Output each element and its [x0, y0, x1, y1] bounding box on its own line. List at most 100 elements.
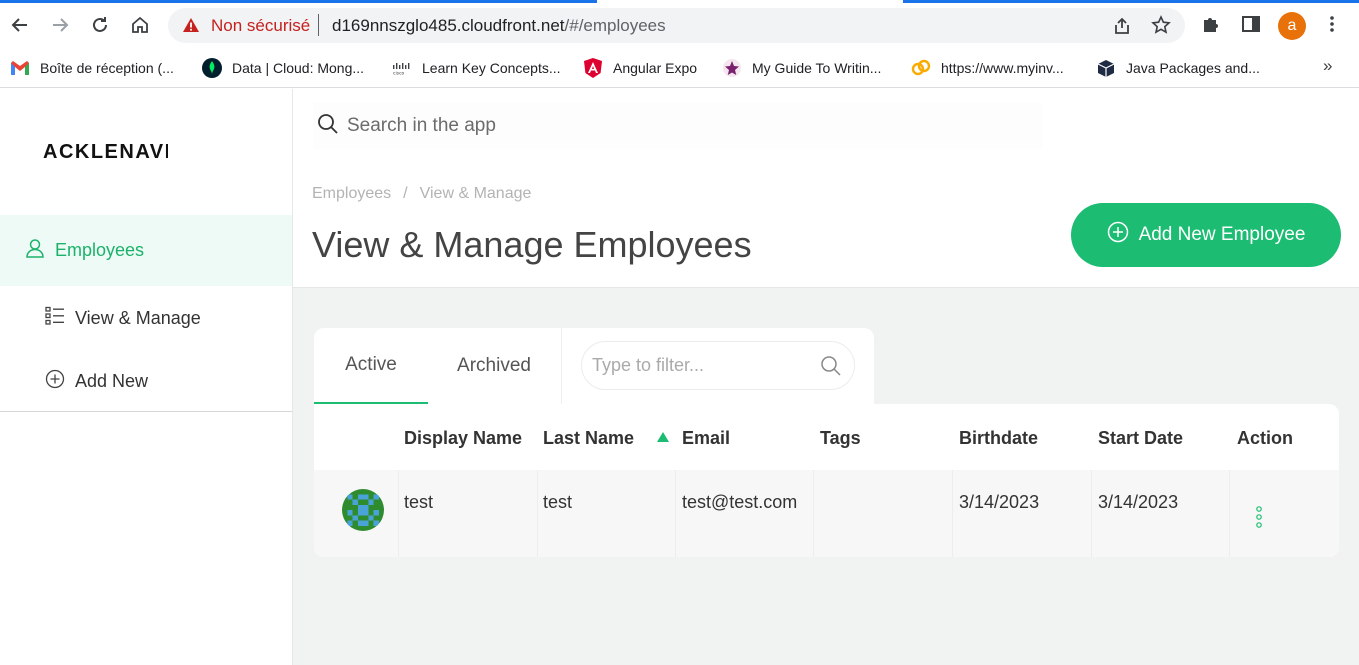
plus-circle-icon: [45, 369, 65, 394]
sidebar-item-label: View & Manage: [75, 307, 201, 328]
url-host: d169nnszglo485.cloudfront.net: [332, 16, 565, 35]
page-header: Employees / View & Manage View & Manage Em…: [293, 89, 1359, 288]
sidebar-item-label: Add New: [75, 370, 149, 391]
browser-toolbar: Non sécurisé d169nnszglo485.cloudfront.n…: [0, 0, 1359, 50]
column-divider: [813, 470, 814, 557]
search-icon[interactable]: [820, 355, 842, 382]
bookmark-item[interactable]: Java Packages and...: [1096, 58, 1260, 78]
column-divider: [537, 470, 538, 557]
column-divider: [1229, 470, 1230, 557]
cisco-icon: cisco: [392, 58, 412, 78]
tab-strip-accent-right: [903, 0, 1359, 3]
forward-arrow-icon[interactable]: [48, 13, 72, 37]
svg-text:cisco: cisco: [393, 71, 405, 76]
bookmarks-overflow-button[interactable]: »: [1323, 56, 1332, 76]
breadcrumb-view-manage: View & Manage: [419, 185, 532, 202]
column-header-birthdate[interactable]: Birthdate: [959, 428, 1038, 449]
company-logo[interactable]: ACKLENAVENUE: [43, 141, 168, 164]
column-divider: [952, 470, 953, 557]
bookmark-label: My Guide To Writin...: [752, 60, 882, 76]
warning-icon[interactable]: [182, 17, 200, 38]
column-header-action: Action: [1237, 428, 1293, 448]
reload-icon[interactable]: [88, 13, 112, 37]
employees-table: Display Name Last Name Email Tags Birthd…: [314, 404, 1339, 557]
bookmark-item[interactable]: Boîte de réception (...: [10, 58, 174, 78]
bookmark-label: Boîte de réception (...: [40, 60, 174, 76]
sidebar-item-label: Employees: [55, 240, 145, 260]
security-label[interactable]: Non sécurisé: [211, 16, 310, 36]
bookmark-item[interactable]: My Guide To Writin...: [722, 58, 881, 78]
bookmark-item[interactable]: Data | Cloud: Mong...: [202, 58, 364, 78]
app-search[interactable]: [313, 103, 1043, 149]
tab-archived[interactable]: Archived: [438, 328, 550, 404]
bookmarks-bar: Boîte de réception (... Data | Cloud: Mo…: [0, 50, 1359, 88]
tab-strip-accent: [0, 0, 597, 3]
bookmark-label: Java Packages and...: [1126, 60, 1260, 76]
column-header-email[interactable]: Email: [682, 428, 730, 449]
url-text[interactable]: d169nnszglo485.cloudfront.net/#/employee…: [332, 16, 666, 36]
side-panel-icon[interactable]: [1241, 14, 1261, 39]
filter-input[interactable]: [592, 355, 807, 376]
column-divider: [1091, 470, 1092, 557]
bookmark-item[interactable]: https://www.myinv...: [911, 58, 1064, 78]
chrome-menu-icon[interactable]: [1322, 14, 1342, 39]
omnibox-divider: [318, 14, 319, 36]
sidebar-item-employees[interactable]: Employees: [0, 215, 292, 286]
extensions-puzzle-icon[interactable]: [1201, 14, 1221, 39]
star-badge-icon: [722, 58, 742, 78]
filter-box[interactable]: [581, 341, 855, 390]
bookmark-item[interactable]: Angular Expo: [583, 58, 697, 78]
add-new-employee-button[interactable]: Add New Employee: [1071, 203, 1341, 267]
bookmark-label: Angular Expo: [613, 60, 698, 76]
home-icon[interactable]: [128, 13, 152, 37]
bookmark-star-icon[interactable]: [1151, 15, 1171, 40]
tabs-bar: Active Archived: [314, 328, 874, 404]
gmail-icon: [10, 58, 30, 78]
page-title: View & Manage Employees: [312, 224, 752, 265]
column-divider: [675, 470, 676, 557]
column-divider: [398, 470, 399, 557]
list-icon: [45, 306, 65, 331]
column-header-display-name[interactable]: Display Name: [404, 428, 522, 449]
add-button-label: Add New Employee: [1138, 224, 1306, 245]
cell-birthdate: 3/14/2023: [959, 492, 1040, 512]
sidebar-item-add-new[interactable]: Add New: [45, 369, 148, 393]
profile-avatar[interactable]: a: [1278, 12, 1306, 40]
table-row[interactable]: test test test@test.com 3/14/2023 3/14/2…: [314, 470, 1339, 557]
main-content: Employees / View & Manage View & Manage Em…: [293, 89, 1359, 665]
breadcrumb: Employees / View & Manage: [312, 185, 531, 203]
bookmark-item[interactable]: cisco Learn Key Concepts...: [392, 58, 561, 78]
tab-active[interactable]: Active: [314, 328, 428, 404]
plus-circle-icon: [1107, 221, 1129, 249]
column-header-tags[interactable]: Tags: [820, 428, 861, 449]
cell-last-name: test: [543, 492, 573, 512]
package-icon: [1096, 58, 1116, 78]
back-arrow-icon[interactable]: [8, 13, 32, 37]
search-input[interactable]: [347, 115, 947, 137]
sidebar-item-view-manage[interactable]: View & Manage: [45, 306, 201, 330]
avatar: [342, 489, 384, 531]
cell-display-name: test: [404, 492, 434, 512]
bookmark-label: Data | Cloud: Mong...: [232, 60, 365, 76]
column-header-start-date[interactable]: Start Date: [1098, 428, 1183, 449]
search-icon: [317, 113, 339, 140]
mongodb-icon: [202, 58, 222, 78]
url-path: /#/employees: [564, 16, 666, 35]
angular-icon: [583, 58, 603, 78]
column-header-last-name[interactable]: Last Name: [543, 428, 634, 449]
bookmark-label: Learn Key Concepts...: [422, 60, 561, 76]
row-actions-kebab-icon[interactable]: [1255, 505, 1263, 529]
sort-ascending-icon[interactable]: [656, 430, 670, 448]
bookmark-label: https://www.myinv...: [941, 60, 1064, 76]
tabs-divider: [561, 328, 562, 404]
share-icon[interactable]: [1112, 16, 1132, 41]
address-bar[interactable]: Non sécurisé d169nnszglo485.cloudfront.n…: [168, 8, 1185, 43]
link-icon: [911, 58, 931, 78]
user-icon: [25, 238, 45, 263]
sidebar-divider: [0, 411, 292, 412]
app-sidebar: ACKLENAVENUE Employees View & Manage Add…: [0, 89, 293, 665]
cell-email: test@test.com: [682, 492, 798, 512]
breadcrumb-separator: /: [403, 185, 408, 202]
cell-start-date: 3/14/2023: [1098, 492, 1179, 512]
breadcrumb-employees[interactable]: Employees: [312, 185, 391, 202]
